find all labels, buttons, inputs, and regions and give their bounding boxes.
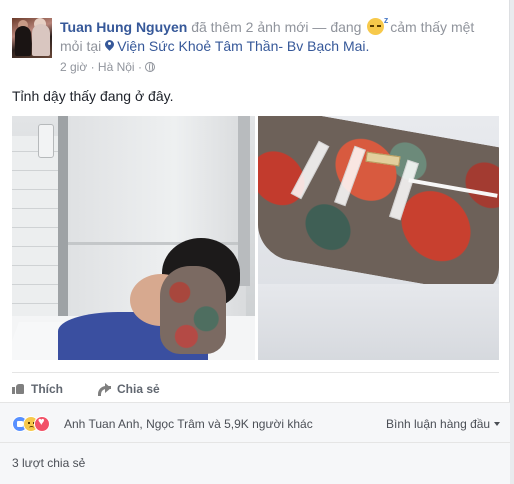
location-link[interactable]: Viện Sức Khoẻ Tâm Thần- Bv Bạch Mai. bbox=[117, 38, 369, 54]
author-name[interactable]: Tuan Hung Nguyen bbox=[60, 19, 187, 35]
location-pin-icon bbox=[105, 40, 114, 52]
shares-bar: 3 lượt chia sẻ bbox=[0, 442, 510, 484]
meta-separator: · bbox=[137, 60, 142, 74]
reaction-icons[interactable] bbox=[12, 416, 60, 432]
post-city[interactable]: Hà Nội bbox=[98, 60, 135, 74]
share-arrow-icon bbox=[98, 383, 111, 396]
globe-icon[interactable] bbox=[145, 62, 156, 72]
post-headline: Tuan Hung Nguyen đã thêm 2 ảnh mới — đan… bbox=[60, 15, 500, 56]
post-header: Tuan Hung Nguyen đã thêm 2 ảnh mới — đan… bbox=[12, 14, 502, 80]
share-button[interactable]: Chia sẻ bbox=[98, 382, 160, 396]
photo-hospital-room[interactable] bbox=[12, 116, 255, 360]
author-avatar[interactable] bbox=[12, 18, 52, 58]
like-button[interactable]: Thích bbox=[12, 382, 63, 396]
reactions-bar: Anh Tuan Anh, Ngọc Trâm và 5,9K người kh… bbox=[0, 402, 510, 442]
like-label: Thích bbox=[31, 382, 63, 396]
photo-tattooed-arm-iv[interactable] bbox=[258, 116, 499, 360]
post-text: Tỉnh dậy thấy đang ở đây. bbox=[12, 88, 174, 104]
post-meta: 2 giờ · Hà Nội · bbox=[60, 60, 156, 74]
photo-grid bbox=[12, 116, 499, 360]
share-count[interactable]: 3 lượt chia sẻ bbox=[12, 456, 85, 470]
post-actions: Thích Chia sẻ bbox=[12, 372, 499, 402]
meta-separator: · bbox=[90, 60, 95, 74]
post-verb: đã thêm 2 ảnh mới — đang bbox=[191, 19, 362, 35]
reactions-summary[interactable]: Anh Tuan Anh, Ngọc Trâm và 5,9K người kh… bbox=[64, 417, 313, 431]
feed-post: Tuan Hung Nguyen đã thêm 2 ảnh mới — đan… bbox=[0, 0, 510, 484]
love-reaction-icon bbox=[34, 416, 50, 432]
caret-down-icon bbox=[494, 422, 501, 426]
tired-emoji-icon: z bbox=[367, 15, 388, 35]
thumbs-up-icon bbox=[12, 383, 24, 394]
comment-sort-dropdown[interactable]: Bình luận hàng đầu bbox=[386, 417, 501, 431]
comment-sort-label: Bình luận hàng đầu bbox=[386, 417, 491, 431]
share-label: Chia sẻ bbox=[117, 382, 160, 396]
post-time[interactable]: 2 giờ bbox=[60, 60, 87, 74]
